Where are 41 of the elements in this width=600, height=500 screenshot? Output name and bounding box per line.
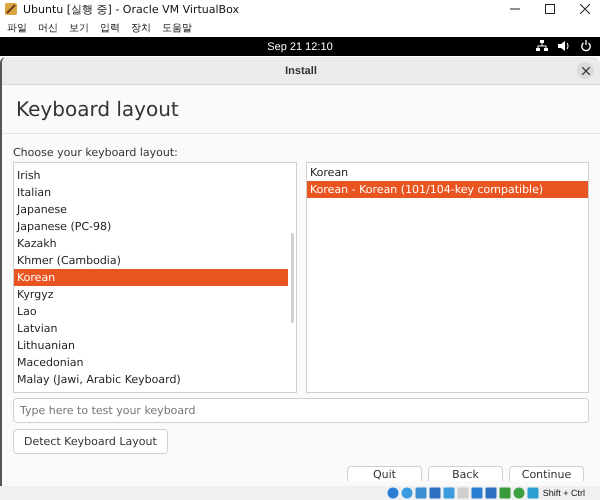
page-heading: Keyboard layout xyxy=(16,97,179,121)
network-icon[interactable] xyxy=(536,40,548,52)
menu-item[interactable]: 도움말 xyxy=(162,20,192,34)
prompt-label: Choose your keyboard layout: xyxy=(13,146,179,159)
list-item[interactable]: Kyrgyz xyxy=(14,286,288,303)
list-item[interactable]: Japanese xyxy=(14,201,288,218)
dialog-button[interactable]: Continue xyxy=(509,466,584,481)
app-icon xyxy=(4,2,18,16)
dialog-button[interactable]: Back xyxy=(428,466,503,481)
dialog-title: Install xyxy=(285,64,317,76)
list-item[interactable]: Latvian xyxy=(14,320,288,337)
list-item[interactable]: Lao xyxy=(14,303,288,320)
list-item[interactable]: Macedonian xyxy=(14,354,288,371)
menu-item[interactable]: 머신 xyxy=(38,20,58,34)
close-icon[interactable] xyxy=(580,4,590,14)
list-item[interactable]: Khmer (Cambodia) xyxy=(14,252,288,269)
close-icon xyxy=(582,66,590,74)
maximize-icon[interactable] xyxy=(545,4,555,14)
menu-item[interactable]: 장치 xyxy=(131,20,151,34)
dialog-button[interactable]: Quit xyxy=(347,466,422,481)
menu-item[interactable]: 입력 xyxy=(100,20,120,34)
input-field[interactable]: Type here to test your keyboard xyxy=(13,398,589,423)
window-title: Ubuntu [실행 중] - Oracle VM VirtualBox xyxy=(23,2,239,16)
volume-icon[interactable] xyxy=(558,40,570,52)
list-item[interactable]: Lithuanian xyxy=(14,337,288,354)
menu-item[interactable]: 보기 xyxy=(69,20,89,34)
list-item[interactable]: Irish xyxy=(14,167,288,184)
list-item[interactable]: Japanese (PC-98) xyxy=(14,218,288,235)
detect-button[interactable]: Detect Keyboard Layout xyxy=(13,429,168,454)
power-icon[interactable] xyxy=(580,40,592,52)
list-item[interactable]: Korean - Korean (101/104-key compatible) xyxy=(307,181,588,198)
host-key-label: Shift + Ctrl xyxy=(542,488,585,498)
list-item[interactable]: Italian xyxy=(14,184,288,201)
list-item[interactable]: Korean xyxy=(14,269,288,286)
list-item[interactable]: Kazakh xyxy=(14,235,288,252)
list-item[interactable]: Malay (Jawi, Arabic Keyboard) xyxy=(14,371,288,388)
close-button[interactable] xyxy=(577,62,594,79)
menu-item[interactable]: 파일 xyxy=(7,20,27,34)
scrollbar[interactable] xyxy=(291,233,294,323)
clock[interactable]: Sep 21 12:10 xyxy=(267,40,333,52)
list-item[interactable]: Korean xyxy=(307,164,588,181)
